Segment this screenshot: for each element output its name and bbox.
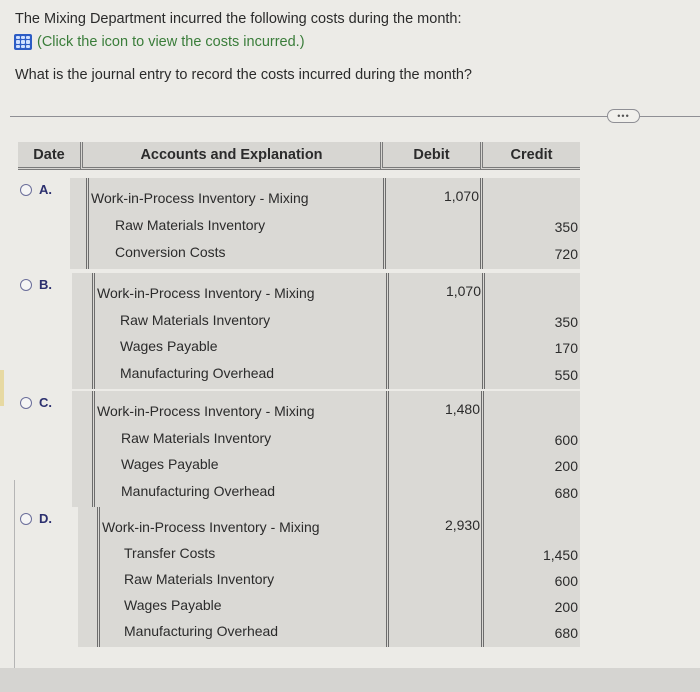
credit-account: Raw Materials Inventory: [121, 429, 272, 446]
left-border: [14, 480, 15, 668]
answer-option: B. Work-in-Process Inventory - Mixing 1,07…: [0, 273, 700, 393]
credit-amount: 1,450: [542, 547, 578, 563]
header-credit: Credit: [480, 142, 580, 170]
option-letter: B.: [39, 277, 52, 292]
debit-account: Work-in-Process Inventory - Mixing: [91, 190, 309, 206]
more-button[interactable]: •••: [607, 109, 640, 123]
question-prompt: What is the journal entry to record the …: [15, 67, 472, 83]
header-date: Date: [18, 142, 80, 170]
radio-button[interactable]: [20, 396, 32, 409]
accounts-column-divider: [97, 507, 100, 647]
accounts-column-divider: [86, 178, 89, 269]
debit-amount: 1,070: [443, 188, 479, 204]
accounts-column-divider: [92, 273, 95, 389]
bottom-bar: [0, 668, 700, 692]
credit-account: Conversion Costs: [115, 244, 226, 260]
section-divider-right: [640, 116, 700, 117]
credit-amount: 600: [554, 431, 578, 448]
credit-account: Raw Materials Inventory: [115, 217, 266, 233]
option-letter: D.: [39, 511, 52, 526]
credit-account: Transfer Costs: [124, 545, 216, 561]
radio-button[interactable]: [20, 512, 32, 525]
credit-amount: 350: [554, 313, 578, 330]
header-accounts: Accounts and Explanation: [80, 142, 380, 170]
debit-amount: 1,070: [445, 283, 481, 299]
credit-account: Manufacturing Overhead: [121, 482, 276, 499]
radio-button[interactable]: [20, 183, 32, 196]
credit-account: Manufacturing Overhead: [124, 623, 279, 639]
debit-amount: 1,480: [444, 401, 480, 417]
option-letter: C.: [39, 395, 52, 410]
credit-amount: 600: [554, 573, 578, 589]
credit-account: Raw Materials Inventory: [120, 311, 271, 328]
option-radio-b[interactable]: B.: [20, 277, 52, 292]
option-letter: A.: [39, 182, 52, 197]
credit-account: Manufacturing Overhead: [120, 364, 275, 381]
credit-amount: 350: [554, 219, 578, 235]
credit-amount: 200: [554, 458, 578, 474]
header-debit: Debit: [380, 142, 480, 170]
ellipsis-icon: •••: [617, 110, 630, 121]
option-radio-d[interactable]: D.: [20, 511, 52, 526]
credit-account: Wages Payable: [124, 597, 222, 613]
view-costs-link-text[interactable]: (Click the icon to view the costs incurr…: [37, 34, 305, 50]
answer-option: C. Work-in-Process Inventory - Mixing 1,48…: [0, 391, 700, 511]
table-grid-icon[interactable]: [14, 34, 32, 50]
option-radio-a[interactable]: A.: [20, 182, 52, 197]
radio-button[interactable]: [20, 278, 32, 291]
debit-account: Work-in-Process Inventory - Mixing: [97, 285, 315, 301]
option-radio-c[interactable]: C.: [20, 395, 52, 410]
debit-account: Work-in-Process Inventory - Mixing: [97, 403, 315, 419]
section-divider: [10, 116, 610, 117]
question-text: The Mixing Department incurred the follo…: [15, 11, 462, 27]
credit-amount: 550: [554, 366, 578, 383]
credit-amount: 200: [554, 599, 578, 615]
accounts-column-divider: [92, 391, 95, 507]
answer-option: A. Work-in-Process Inventory - Mixing 1,07…: [0, 178, 700, 273]
credit-amount: 720: [554, 246, 578, 262]
credit-account: Wages Payable: [121, 456, 219, 472]
credit-amount: 680: [554, 484, 578, 501]
debit-account: Work-in-Process Inventory - Mixing: [102, 519, 320, 535]
answer-option: D. Work-in-Process Inventory - Mixing 2,93…: [0, 507, 700, 651]
credit-account: Raw Materials Inventory: [124, 571, 275, 587]
debit-amount: 2,930: [444, 517, 480, 533]
credit-account: Wages Payable: [120, 338, 218, 354]
edge-highlight: [0, 370, 4, 406]
view-costs-link[interactable]: (Click the icon to view the costs incurr…: [14, 34, 305, 50]
credit-amount: 680: [554, 625, 578, 641]
credit-amount: 170: [554, 340, 578, 356]
